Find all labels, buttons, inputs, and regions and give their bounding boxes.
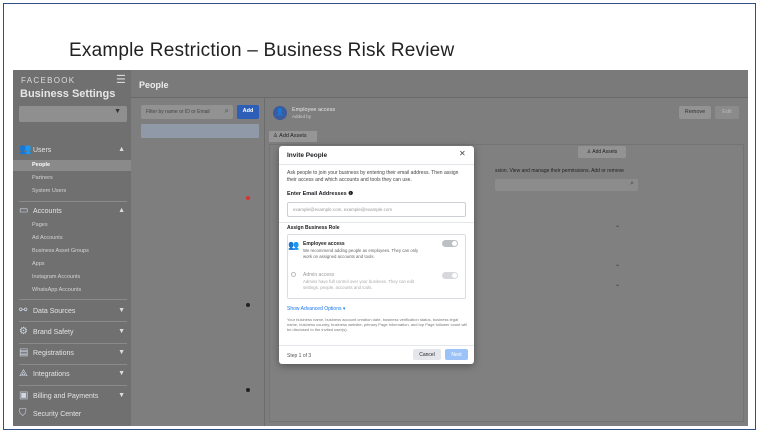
sidebar-item-system-users[interactable]: System Users — [32, 188, 66, 194]
step-indicator: Step 1 of 3 — [287, 353, 312, 359]
chevron-down-icon: ▼ — [118, 392, 125, 399]
sidebar-section-registrations[interactable]: ▤ Registrations ▼ — [19, 347, 127, 361]
accounts-icon: ▭ — [19, 205, 29, 216]
users-icon: 👥 — [19, 144, 32, 155]
people-list-panel: Filter by name or ID or Email ⌕ Add — [131, 98, 265, 426]
cancel-button[interactable]: Cancel — [413, 349, 441, 360]
chevron-up-icon: ▲ — [118, 146, 125, 153]
edit-button[interactable]: Edit — [715, 106, 739, 119]
avatar: 👤 — [273, 106, 287, 120]
detail-description: ssion. View and manage their permissions… — [495, 168, 624, 174]
business-settings-title: Business Settings — [20, 88, 116, 100]
sidebar: FACEBOOK ☰ Business Settings ▼ 👥 Users ▲… — [13, 70, 131, 426]
hamburger-menu-icon[interactable]: ☰ — [116, 73, 126, 86]
sidebar-item-partners[interactable]: Partners — [32, 175, 53, 181]
sidebar-section-users[interactable]: 👥 Users ▲ — [19, 144, 127, 158]
sidebar-section-security-center[interactable]: ⛉ Security Center — [19, 408, 127, 422]
dialog-divider — [279, 345, 474, 346]
add-assets-button[interactable]: ♙ Add Assets — [578, 146, 626, 158]
sidebar-divider — [19, 321, 127, 322]
chevron-down-icon: ▼ — [118, 370, 125, 377]
security-center-icon: ⛉ — [19, 408, 27, 419]
admin-access-toggle[interactable] — [442, 272, 458, 279]
admin-access-radio[interactable] — [291, 272, 296, 277]
admin-access-desc: Admins have full control over your busin… — [303, 279, 414, 290]
info-icon[interactable]: ❶ — [348, 191, 353, 197]
invite-people-dialog: Invite People ✕ Ask people to join your … — [279, 146, 474, 364]
chevron-up-icon: ▲ — [118, 207, 125, 214]
dialog-divider — [279, 222, 474, 223]
sidebar-section-billing[interactable]: ▣ Billing and Payments ▼ — [19, 390, 127, 404]
search-icon: ⌕ — [224, 106, 229, 115]
employee-access-toggle[interactable] — [442, 240, 458, 247]
admin-access-title: Admin access — [303, 272, 335, 278]
privacy-disclosure: Your business name, business account cre… — [287, 317, 468, 332]
page-header: People — [131, 70, 748, 98]
sidebar-section-integrations[interactable]: ⟁ Integrations ▼ — [19, 368, 127, 382]
chevron-down-icon: ▼ — [114, 108, 121, 115]
status-dot — [246, 388, 250, 392]
chevron-down-icon: ▼ — [118, 349, 125, 356]
show-advanced-options-link[interactable]: Show Advanced Options ▾ — [287, 306, 345, 312]
close-icon[interactable]: ✕ — [459, 149, 466, 158]
integrations-icon: ⟁ — [19, 368, 28, 379]
employee-access-title: Employee access — [303, 241, 345, 247]
sidebar-divider — [19, 299, 127, 300]
billing-icon: ▣ — [19, 390, 29, 401]
toggle-knob — [452, 241, 457, 246]
add-assets-tab[interactable]: ♙ Add Assets — [269, 131, 317, 142]
business-selector[interactable]: ▼ — [19, 106, 127, 122]
sidebar-divider — [19, 343, 127, 344]
status-dot — [246, 303, 250, 307]
sidebar-divider — [19, 385, 127, 386]
employee-icon: 👥 — [288, 240, 300, 250]
sidebar-item-people[interactable]: People — [13, 160, 131, 171]
sidebar-item-apps[interactable]: Apps — [32, 261, 45, 267]
email-label: Enter Email Addresses ❶ — [287, 191, 354, 197]
email-field[interactable]: example@example.com, example@example.com — [287, 202, 466, 217]
sidebar-item-instagram-accounts[interactable]: Instagram Accounts — [32, 274, 80, 280]
sidebar-section-accounts[interactable]: ▭ Accounts ▲ — [19, 205, 127, 219]
chevron-down-icon: ▼ — [118, 307, 125, 314]
chevron-down-icon: ▼ — [118, 328, 125, 335]
search-icon: ⌕ — [630, 180, 634, 187]
sidebar-section-data-sources[interactable]: ⚯ Data Sources ▼ — [19, 305, 127, 319]
people-list-item[interactable] — [141, 124, 259, 138]
assets-search-input[interactable]: ⌕ — [495, 179, 638, 191]
person-access-label: Employee access — [292, 107, 336, 113]
sidebar-divider — [19, 364, 127, 365]
sidebar-item-whatsapp-accounts[interactable]: WhatsApp Accounts — [32, 287, 81, 293]
slide-title: Example Restriction – Business Risk Revi… — [69, 40, 455, 61]
chevron-down-icon: ▾ — [342, 306, 346, 312]
chevron-down-icon[interactable]: ⌄ — [615, 261, 620, 268]
sidebar-section-brand-safety[interactable]: ⚙ Brand Safety ▼ — [19, 326, 127, 340]
sidebar-item-business-asset-groups[interactable]: Business Asset Groups — [32, 248, 89, 254]
status-dot — [246, 196, 250, 200]
facebook-brand: FACEBOOK — [21, 76, 76, 85]
add-person-button[interactable]: Add — [237, 105, 259, 119]
next-button[interactable]: Next — [445, 349, 468, 360]
sidebar-item-pages[interactable]: Pages — [32, 222, 48, 228]
sidebar-item-ad-accounts[interactable]: Ad Accounts — [32, 235, 63, 241]
employee-access-desc: We recommend adding people as employees.… — [303, 248, 419, 259]
dialog-divider — [279, 164, 474, 165]
toggle-knob — [452, 273, 457, 278]
registrations-icon: ▤ — [19, 347, 29, 358]
role-label: Assign Business Role — [287, 225, 340, 231]
brand-safety-icon: ⚙ — [19, 326, 28, 337]
page-title: People — [139, 80, 169, 90]
slide-frame: Example Restriction – Business Risk Revi… — [3, 3, 756, 430]
added-by-label: Added by — [292, 114, 312, 119]
chevron-down-icon[interactable]: ⌄ — [615, 222, 620, 229]
remove-button[interactable]: Remove — [679, 106, 711, 119]
sidebar-divider — [19, 201, 127, 202]
data-sources-icon: ⚯ — [19, 305, 28, 316]
dialog-description: Ask people to join your business by ente… — [287, 170, 459, 183]
chevron-down-icon[interactable]: ⌄ — [615, 281, 620, 288]
dialog-title: Invite People — [287, 152, 328, 159]
people-filter-input[interactable]: Filter by name or ID or Email ⌕ — [141, 105, 233, 119]
